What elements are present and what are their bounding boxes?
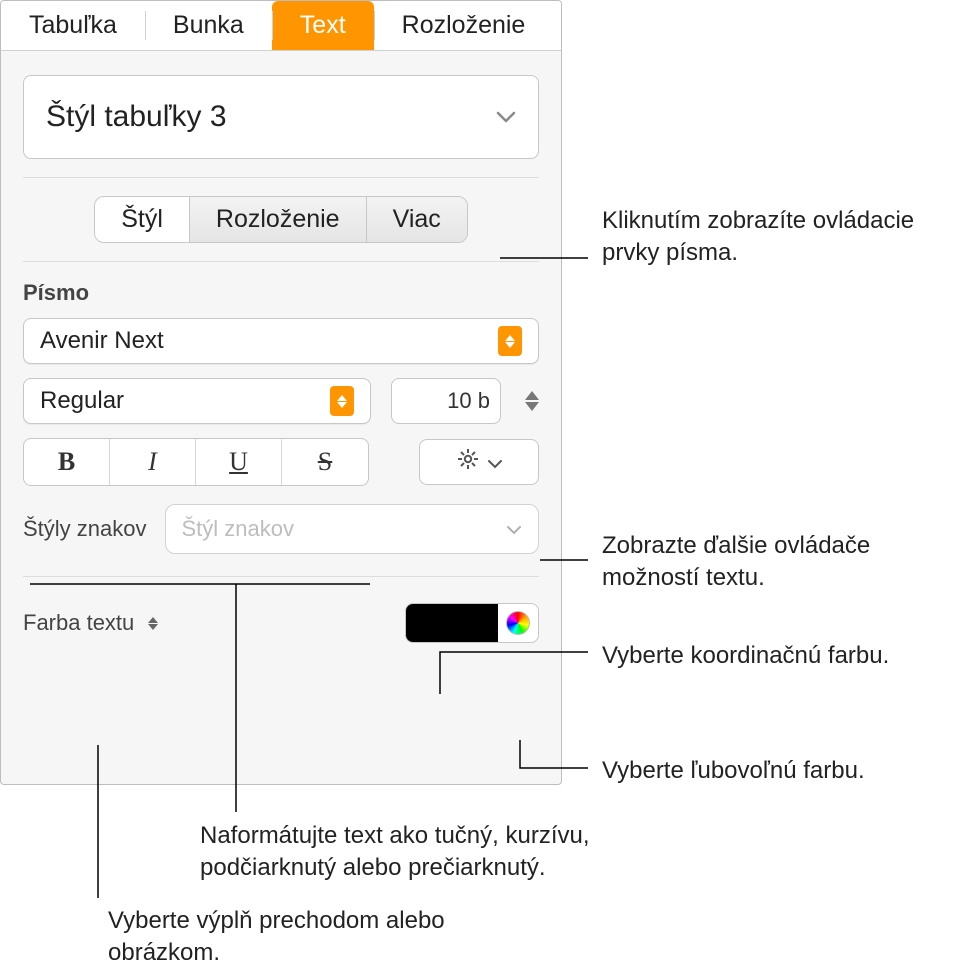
color-swatch[interactable] xyxy=(406,604,498,642)
chevron-down-icon xyxy=(148,624,158,630)
tab-tabulka[interactable]: Tabuľka xyxy=(1,1,145,50)
subtab-styl[interactable]: Štýl xyxy=(95,197,190,242)
tab-label: Rozloženie xyxy=(402,11,526,40)
tab-text[interactable]: Text xyxy=(272,1,374,50)
divider xyxy=(23,177,539,178)
chevron-down-icon xyxy=(506,516,522,542)
char-style-label: Štýly znakov xyxy=(23,516,147,542)
paragraph-style-select[interactable]: Štýl tabuľky 3 xyxy=(23,75,539,159)
divider xyxy=(23,261,539,262)
callout-any-color: Vyberte ľubovoľnú farbu. xyxy=(602,755,962,787)
callout-coord-color: Vyberte koordinačnú farbu. xyxy=(602,640,962,672)
text-subtabs: Štýl Rozloženie Viac xyxy=(94,196,468,243)
color-wheel-button[interactable] xyxy=(498,604,538,642)
tab-label: Text xyxy=(300,11,346,40)
callout-advanced-options: Zobrazte ďalšie ovládače možností textu. xyxy=(602,530,962,595)
text-color-control xyxy=(405,603,539,643)
callout-fill-gradient: Vyberte výplň prechodom alebo obrázkom. xyxy=(108,905,508,970)
chevron-up-icon xyxy=(525,391,539,400)
chevron-up-icon xyxy=(148,617,158,623)
callout-bius: Naformátujte text ako tučný, kurzívu, po… xyxy=(200,820,700,885)
tab-label: Tabuľka xyxy=(29,11,117,40)
chevron-down-icon xyxy=(496,104,516,130)
char-style-select[interactable]: Štýl znakov xyxy=(165,504,540,554)
char-style-placeholder: Štýl znakov xyxy=(182,516,295,542)
strikethrough-button[interactable]: S xyxy=(282,439,368,485)
stepper-icon xyxy=(498,326,522,356)
font-family-select[interactable]: Avenir Next xyxy=(23,318,539,364)
font-weight-value: Regular xyxy=(40,387,124,415)
text-color-label: Farba textu xyxy=(23,610,134,636)
format-top-tabs: Tabuľka Bunka Text Rozloženie xyxy=(1,1,561,51)
callout-font-controls: Kliknutím zobrazíte ovládacie prvky písm… xyxy=(602,205,942,270)
chevron-down-icon xyxy=(488,449,502,475)
tab-bunka[interactable]: Bunka xyxy=(145,1,272,50)
divider xyxy=(23,576,539,577)
text-color-menu[interactable] xyxy=(148,617,158,630)
font-size-stepper[interactable] xyxy=(525,391,539,411)
font-weight-select[interactable]: Regular xyxy=(23,378,371,424)
stepper-icon xyxy=(330,386,354,416)
format-sidebar: Tabuľka Bunka Text Rozloženie Štýl tabuľ… xyxy=(0,0,562,785)
color-wheel-icon xyxy=(506,611,530,635)
bold-button[interactable]: B xyxy=(24,439,110,485)
paragraph-style-value: Štýl tabuľky 3 xyxy=(46,100,227,134)
advanced-options-button[interactable] xyxy=(419,439,539,485)
subtab-viac[interactable]: Viac xyxy=(367,197,467,242)
tab-rozlozenie[interactable]: Rozloženie xyxy=(374,1,554,50)
chevron-down-icon xyxy=(525,402,539,411)
tab-label: Bunka xyxy=(173,11,244,40)
underline-button[interactable]: U xyxy=(196,439,282,485)
font-size-value: 10 b xyxy=(447,388,490,414)
text-style-group: B I U S xyxy=(23,438,369,486)
font-size-input[interactable]: 10 b xyxy=(391,378,501,424)
gear-icon xyxy=(456,447,480,477)
font-section-label: Písmo xyxy=(23,280,539,306)
font-family-value: Avenir Next xyxy=(40,327,164,355)
italic-button[interactable]: I xyxy=(110,439,196,485)
subtab-rozlozenie[interactable]: Rozloženie xyxy=(190,197,367,242)
